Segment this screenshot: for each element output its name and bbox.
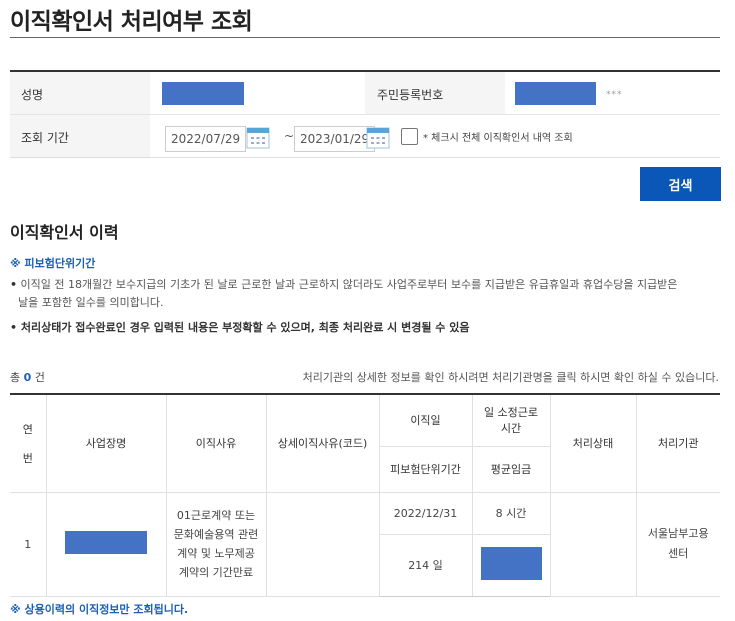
ssn-masked-suffix: *** — [606, 90, 623, 100]
daily-hours-cell: 8 시간 — [471, 491, 551, 535]
ssn-label: 주민등록번호 — [377, 88, 444, 102]
column-header-status: 처리상태 — [549, 393, 637, 493]
period-label: 조회 기간 — [21, 131, 69, 145]
footnote: ※ 상용이력의 이직정보만 조회됩니다. — [10, 603, 189, 616]
leave-date-cell: 2022/12/31 — [378, 491, 473, 535]
column-header-detail-reason: 상세이직사유(코드) — [265, 393, 380, 493]
avg-wage-cell — [471, 533, 550, 597]
column-header-reason: 이직사유 — [165, 393, 267, 493]
detail-reason-cell — [265, 491, 380, 597]
period-row: 조회 기간 ~ * 체크시 — [10, 114, 720, 157]
history-table: 연번 사업장명 이직사유 상세이직사유(코드) 이직일 일 소정근로 시간 처리상… — [10, 393, 720, 597]
page-title: 이직확인서 처리여부 조회 — [10, 9, 253, 35]
column-header-daily-hours: 일 소정근로 시간 — [471, 393, 551, 447]
name-row: 성명 주민등록번호 *** — [10, 72, 720, 114]
row-number: 1 — [10, 491, 47, 597]
workplace-cell — [45, 491, 167, 597]
all-history-note: * 체크시 전체 이직확인서 내역 조회 — [423, 133, 573, 144]
date-to-input[interactable] — [294, 126, 375, 152]
workplace-redacted — [65, 531, 147, 554]
column-header-no: 연번 — [10, 393, 47, 493]
table-row: 1 01근로계약 또는 문화예술용역 관련 계약 및 노무제공 계약의 기간만료… — [10, 491, 720, 597]
search-button[interactable]: 검색 — [640, 167, 721, 201]
column-header-agency: 처리기관 — [635, 393, 720, 493]
agency-cell[interactable]: 서울남부고용 센터 — [635, 491, 720, 597]
status-cell — [549, 491, 637, 597]
range-separator: ~ — [284, 129, 295, 143]
search-form: 성명 주민등록번호 *** 조회 기간 ~ — [10, 70, 720, 158]
name-redacted — [162, 82, 244, 105]
agency-click-hint: 처리기관의 상세한 정보를 확인 하시려면 처리기관명을 클릭 하시면 확인 하… — [302, 371, 719, 384]
name-label: 성명 — [21, 88, 44, 102]
result-count: 총 0 건 — [10, 371, 45, 384]
all-history-checkbox[interactable] — [401, 128, 418, 145]
calendar-icon[interactable] — [246, 125, 270, 149]
insured-days-cell: 214 일 — [379, 533, 473, 597]
note-bullet-continued: 날을 포함한 일수를 의미합니다. — [18, 296, 164, 309]
column-header-leave-date: 이직일 — [378, 393, 473, 447]
history-section-title: 이직확인서 이력 — [10, 223, 119, 242]
note-bullet: • 처리상태가 접수완료인 경우 입력된 내용은 부정확할 수 있으며, 최종 … — [10, 321, 470, 334]
reason-cell: 01근로계약 또는 문화예술용역 관련 계약 및 노무제공 계약의 기간만료 — [165, 491, 267, 597]
calendar-icon[interactable] — [366, 125, 390, 149]
insured-period-note-heading: ※ 피보험단위기간 — [10, 257, 96, 270]
date-from-input[interactable] — [165, 126, 246, 152]
column-header-avg-wage: 평균임금 — [471, 445, 550, 493]
note-bullet: • 이직일 전 18개월간 보수지급의 기초가 된 날로 근로한 날과 근로하지… — [10, 278, 678, 291]
title-divider — [10, 37, 720, 38]
column-header-insured-period: 피보험단위기간 — [379, 445, 473, 493]
column-header-workplace: 사업장명 — [45, 393, 167, 493]
avg-wage-redacted — [480, 547, 542, 580]
ssn-redacted — [515, 82, 596, 105]
